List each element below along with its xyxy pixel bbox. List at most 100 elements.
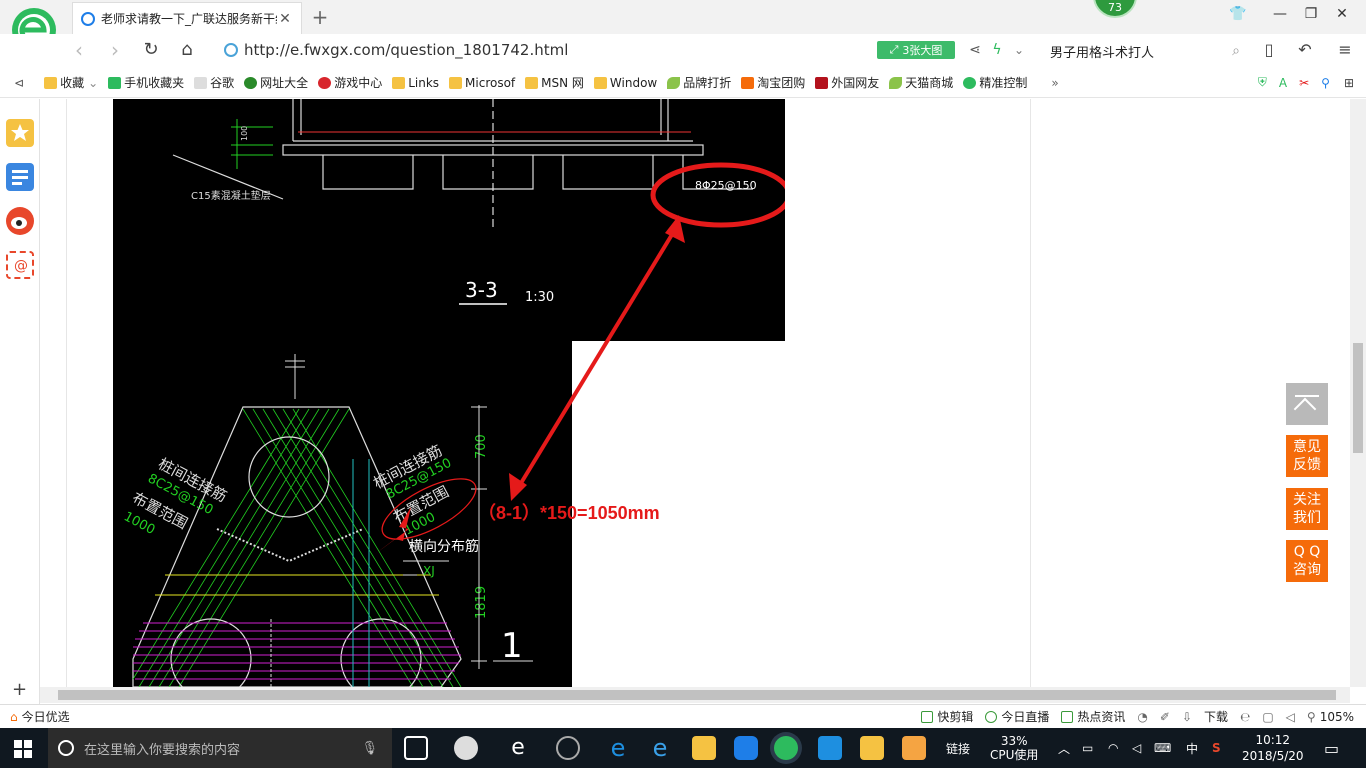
bookmark-tmall[interactable]: 天猫商城 — [889, 74, 953, 91]
sound-icon[interactable]: ◁ — [1286, 710, 1295, 724]
translate-icon[interactable]: A — [1279, 76, 1287, 90]
image-app-icon[interactable] — [902, 736, 926, 760]
360-browser-icon[interactable] — [774, 736, 798, 760]
task-view-icon[interactable] — [404, 736, 428, 760]
file-explorer-icon[interactable] — [692, 736, 716, 760]
g-app-icon[interactable] — [734, 736, 758, 760]
vertical-scroll-thumb[interactable] — [1353, 343, 1363, 453]
search-input[interactable]: 男子用格斗术打人 — [1050, 42, 1154, 61]
undo-icon[interactable]: ↶ — [1292, 38, 1318, 62]
search-icon[interactable]: ⌕ — [1232, 43, 1240, 59]
bookmark-windows[interactable]: Window — [593, 76, 657, 90]
quick-edit-button[interactable]: 快剪辑 — [921, 708, 973, 725]
volume-icon[interactable]: ◁ — [1132, 728, 1141, 768]
xj-label: XJ — [423, 564, 435, 578]
svg-text:@: @ — [14, 258, 28, 274]
window-icon[interactable]: ▢ — [1262, 710, 1273, 724]
bookmark-label: Links — [408, 75, 440, 90]
ie-icon[interactable]: e — [648, 736, 672, 760]
weibo-icon[interactable] — [6, 207, 34, 235]
download-button[interactable]: 下载 — [1204, 708, 1228, 725]
bookmark-foreign[interactable]: 外国网友 — [815, 74, 879, 91]
apps-grid-icon[interactable]: ⊞ — [1344, 76, 1354, 90]
shield-icon[interactable]: ⛨ — [1258, 75, 1267, 90]
cpu-usage[interactable]: 33% CPU使用 — [990, 728, 1038, 768]
horizontal-scrollbar[interactable] — [40, 687, 1350, 703]
taskbar-search-placeholder: 在这里输入你要搜索的内容 — [84, 742, 241, 758]
qq-consult-button[interactable]: Q Q咨询 — [1286, 540, 1328, 582]
bookmark-control[interactable]: 精准控制 — [963, 74, 1027, 91]
forward-button[interactable]: › — [102, 38, 128, 62]
live-button[interactable]: 今日直播 — [985, 708, 1049, 725]
plus-app-icon[interactable] — [818, 736, 842, 760]
microphone-icon[interactable]: 🎙 — [361, 741, 378, 756]
windows-start-icon[interactable] — [14, 740, 32, 758]
vertical-scrollbar[interactable] — [1350, 99, 1366, 687]
hot-news-button[interactable]: 热点资讯 — [1061, 708, 1125, 725]
add-icon[interactable]: + — [12, 679, 27, 700]
mobile-icon[interactable]: ▯ — [1256, 38, 1282, 62]
tray-chevron-icon[interactable]: ︿ — [1058, 728, 1070, 768]
section-scale: 1:30 — [525, 290, 554, 305]
collapse-sidebar-icon[interactable]: ⊲ — [14, 76, 24, 90]
bookmark-links[interactable]: Links — [392, 76, 439, 90]
notes-app-icon[interactable] — [860, 736, 884, 760]
game-icon — [318, 76, 332, 89]
restore-button[interactable]: ❐ — [1299, 6, 1323, 26]
bookmark-brand[interactable]: 品牌打折 — [667, 74, 731, 91]
bookmark-mobile[interactable]: 手机收藏夹 — [108, 74, 184, 91]
ie-mode-icon[interactable]: ℮ — [1240, 710, 1250, 724]
clock[interactable]: 10:12 2018/5/20 — [1242, 728, 1304, 768]
new-tab-button[interactable]: + — [310, 5, 330, 29]
shirt-icon[interactable]: 👕 — [1226, 6, 1250, 26]
menu-icon[interactable]: ≡ — [1332, 38, 1358, 62]
tab-close-icon[interactable]: ✕ — [277, 11, 293, 27]
edge-icon[interactable]: e — [606, 736, 630, 760]
bookmark-microsoft[interactable]: Microsof — [449, 76, 515, 90]
taskbar-search[interactable]: 在这里输入你要搜索的内容 🎙 — [48, 728, 392, 768]
follow-us-button[interactable]: 关注我们 — [1286, 488, 1328, 530]
today-pick-button[interactable]: ⌂ 今日优选 — [10, 708, 70, 725]
favorites-star-icon[interactable] — [6, 119, 34, 147]
bookmark-google[interactable]: 谷歌 — [194, 74, 234, 91]
close-button[interactable]: ✕ — [1330, 6, 1354, 26]
link-label[interactable]: 链接 — [946, 728, 970, 768]
address-bar[interactable]: http://e.fwxgx.com/question_1801742.html — [224, 39, 864, 61]
wifi-icon[interactable]: ◠ — [1108, 728, 1118, 768]
scissors-icon[interactable]: ✂ — [1299, 76, 1309, 90]
spiral-app-icon[interactable] — [556, 736, 580, 760]
network-icon[interactable]: ▭ — [1082, 728, 1093, 768]
bookmark-label: 精准控制 — [979, 76, 1028, 90]
minimize-button[interactable]: — — [1268, 6, 1292, 26]
zoom-control[interactable]: ⚲ 105% — [1307, 710, 1354, 724]
notification-badge[interactable]: 73 — [1093, 0, 1137, 18]
tab-active[interactable]: 老师求请教一下_广联达服务新干线 ✕ — [72, 2, 302, 34]
speed-icon[interactable]: ◔ — [1137, 710, 1147, 724]
refresh-button[interactable]: ↻ — [138, 38, 164, 62]
bookmark-games[interactable]: 游戏中心 — [318, 74, 382, 91]
edge-legacy-icon[interactable]: e — [506, 736, 530, 760]
news-icon — [1061, 710, 1074, 723]
magnifier-icon[interactable]: ⚲ — [1321, 76, 1330, 90]
notification-icon[interactable]: ▭ — [1324, 728, 1339, 768]
bookmark-sites[interactable]: 网址大全 — [244, 74, 308, 91]
news-list-icon[interactable] — [6, 163, 34, 191]
keyboard-icon[interactable]: ⌨ — [1154, 728, 1171, 768]
email-icon[interactable]: @ — [6, 251, 34, 279]
fan-app-icon[interactable] — [454, 736, 478, 760]
ime-indicator[interactable]: 中 — [1186, 728, 1198, 768]
clean-icon[interactable]: ✐ — [1160, 710, 1170, 724]
more-bookmarks-icon[interactable]: » — [1051, 76, 1058, 90]
bookmark-favorites[interactable]: 收藏 ⌄ — [44, 74, 98, 91]
horizontal-scroll-thumb[interactable] — [58, 690, 1336, 700]
bookmark-msn[interactable]: MSN 网 — [525, 74, 584, 91]
chevron-down-icon[interactable]: ⌄ — [1006, 38, 1032, 62]
home-button[interactable]: ⌂ — [174, 38, 200, 62]
bookmark-taobao[interactable]: 淘宝团购 — [741, 74, 805, 91]
big-image-button[interactable]: ⤢ 3张大图 — [877, 41, 955, 59]
back-button[interactable]: ‹ — [66, 38, 92, 62]
back-to-top-button[interactable] — [1286, 383, 1328, 425]
feedback-button[interactable]: 意见反馈 — [1286, 435, 1328, 477]
sogou-ime-icon[interactable]: S — [1212, 728, 1221, 768]
search-box[interactable]: 男子用格斗术打人 ⌕ — [1042, 40, 1240, 62]
